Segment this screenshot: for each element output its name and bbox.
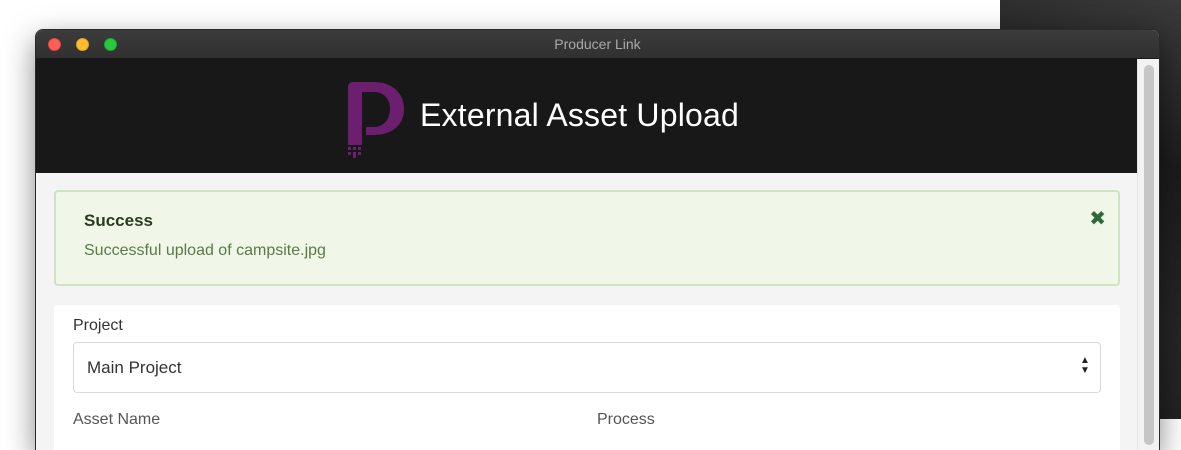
upload-form: Project Main Project ▲ ▼ Asset Name Proce…	[54, 305, 1120, 450]
asset-name-label: Asset Name	[73, 411, 161, 428]
app-window: Producer Link External Asset Upload Succ…	[36, 30, 1159, 450]
producer-link-logo-icon	[348, 82, 404, 158]
project-select-value: Main Project	[87, 358, 182, 377]
scrollbar-thumb[interactable]	[1144, 65, 1154, 445]
main-content: Success Successful upload of campsite.jp…	[36, 173, 1137, 450]
scrollbar[interactable]	[1137, 59, 1159, 450]
close-icon[interactable]: ✖	[1089, 206, 1106, 231]
select-arrows-icon: ▲ ▼	[1080, 355, 1090, 376]
process-label: Process	[597, 411, 655, 428]
window-title: Producer Link	[554, 36, 641, 52]
alert-heading: Success	[84, 211, 153, 230]
window-titlebar[interactable]: Producer Link	[36, 30, 1159, 59]
project-select[interactable]: Main Project ▲ ▼	[73, 342, 1101, 393]
alert-message: Successful upload of campsite.jpg	[84, 242, 326, 259]
app-header: External Asset Upload	[36, 59, 1137, 173]
project-label: Project	[73, 317, 123, 334]
success-alert: Success Successful upload of campsite.jp…	[54, 190, 1120, 286]
page-title: External Asset Upload	[420, 97, 740, 133]
